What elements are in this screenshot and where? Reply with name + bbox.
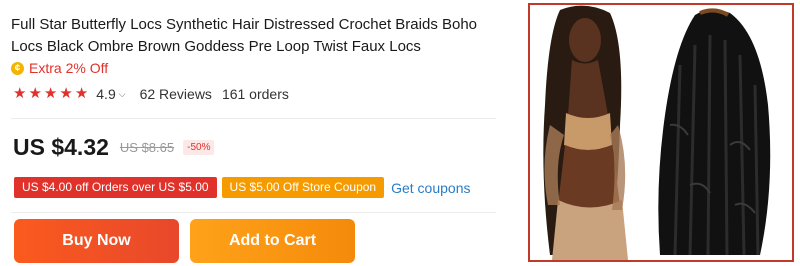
- chevron-down-icon[interactable]: ⌵: [119, 89, 126, 100]
- divider: [11, 212, 496, 213]
- reviews-link[interactable]: 62 Reviews: [140, 86, 212, 102]
- product-photo-illustration: [530, 5, 792, 260]
- star-icon: ★: [28, 85, 42, 102]
- rating-score[interactable]: 4.9: [96, 86, 115, 102]
- discount-badge: -50%: [183, 140, 215, 155]
- star-icon: ★: [43, 85, 58, 102]
- current-price: US $4.32: [13, 134, 109, 160]
- rating-row: ★ ★ ★ ★ ★ 4.9 ⌵ 62 Reviews 161 orders: [13, 86, 289, 103]
- coupon-store[interactable]: US $5.00 Off Store Coupon: [221, 177, 385, 198]
- star-icon: ★: [74, 85, 89, 102]
- extra-discount-text: Extra 2% Off: [29, 60, 109, 76]
- extra-discount-badge: ¢ Extra 2% Off: [11, 60, 108, 76]
- add-to-cart-button[interactable]: Add to Cart: [190, 219, 355, 263]
- product-image[interactable]: [528, 3, 794, 262]
- product-title: Full Star Butterfly Locs Synthetic Hair …: [11, 16, 478, 55]
- get-coupons-link[interactable]: Get coupons: [391, 180, 470, 196]
- price-row: US $4.32 US $8.65 -50%: [13, 134, 215, 161]
- coupon-row: US $4.00 off Orders over US $5.00 US $5.…: [14, 177, 470, 198]
- buy-now-button[interactable]: Buy Now: [14, 219, 179, 263]
- divider: [11, 118, 496, 119]
- star-icon: ★: [13, 85, 27, 102]
- coupon-orders-over[interactable]: US $4.00 off Orders over US $5.00: [14, 177, 217, 198]
- star-rating: ★ ★ ★ ★ ★: [13, 86, 88, 102]
- star-icon: ★: [59, 85, 73, 102]
- orders-count: 161 orders: [221, 86, 289, 102]
- original-price: US $8.65: [119, 140, 175, 155]
- coin-icon: ¢: [11, 61, 24, 75]
